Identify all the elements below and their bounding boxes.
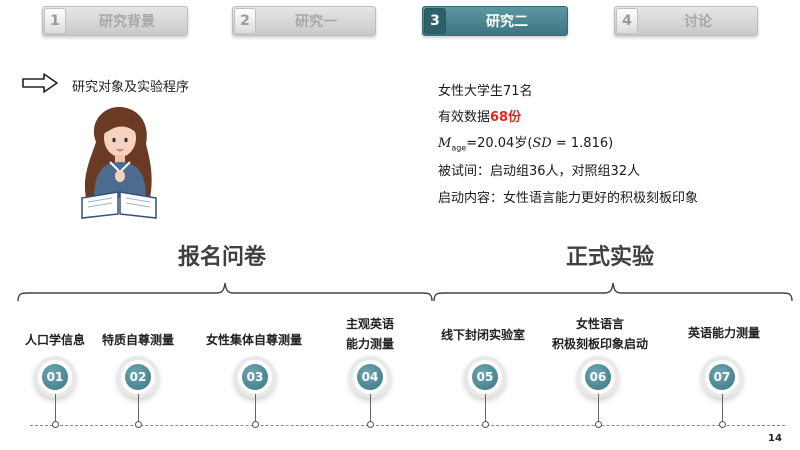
formal-experiment-title: 正式实验 [566,245,655,270]
tab-number: 4 [616,8,638,34]
page-number: 14 [768,433,782,444]
step-label-06: 女性语言 积极刻板印象启动 [551,317,648,351]
arrow-right-icon [22,73,58,93]
step-badge-02: 02 [121,360,155,394]
student-illustration [81,106,157,219]
tab-study-two[interactable]: 3 研究二 [422,6,568,36]
step-badge-01: 01 [38,360,72,394]
step-stem [485,394,486,422]
tab-label: 研究背景 [99,14,155,30]
tab-research-background[interactable]: 1 研究背景 [42,6,188,36]
step-dot [366,421,374,428]
mean-symbol: M [438,136,452,151]
sd-symbol: SD [532,136,552,151]
valid-data-line: 有效数据68份 [438,106,521,125]
tab-study-one[interactable]: 2 研究一 [232,6,376,36]
tab-label: 研究一 [295,14,337,30]
tab-label: 讨论 [684,14,712,30]
between-subjects-line: 被试间：启动组36人，对照组32人 [438,164,641,179]
step-label-02: 特质自尊测量 [101,333,174,347]
step-dot [718,421,726,428]
tab-discussion[interactable]: 4 讨论 [614,6,758,36]
section-label: 研究对象及实验程序 [72,80,190,95]
participants-line: 女性大学生71名 [438,84,533,99]
step-dot [481,421,489,428]
step-label-07: 英语能力测量 [687,326,760,340]
step-badge-06: 06 [581,360,615,394]
age-line: Mage=20.04岁(SD = 1.816) [438,132,613,153]
step-dot [594,421,602,428]
timeline-line [30,425,785,426]
step-badge-03: 03 [238,360,272,394]
step-stem [370,394,371,422]
tab-number: 3 [424,8,446,34]
tab-number: 2 [234,8,256,34]
step-stem [598,394,599,422]
step-label-05: 线下封闭实验室 [440,328,525,342]
step-badge-07: 07 [705,360,739,394]
questionnaire-title: 报名问卷 [178,245,267,270]
step-badge-04: 04 [353,360,387,394]
step-dot [134,421,142,428]
step-stem [255,394,256,422]
priming-content-line: 启动内容：女性语言能力更好的积极刻板印象 [438,191,699,206]
age-value: =20.04岁( [466,136,533,151]
step-label-01: 人口学信息 [24,333,85,347]
mean-subscript: age [451,143,467,153]
step-stem [722,394,723,422]
valid-data-count: 68份 [490,110,522,125]
valid-data-prefix: 有效数据 [438,110,491,125]
experiment-bracket [433,282,793,302]
step-stem [138,394,139,422]
sd-value: = 1.816) [551,136,614,151]
tab-number: 1 [44,8,66,34]
tab-label: 研究二 [486,14,528,30]
step-badge-05: 05 [468,360,502,394]
step-label-03: 女性集体自尊测量 [205,333,302,347]
questionnaire-bracket [17,282,433,302]
step-stem [55,394,56,422]
step-dot [51,421,59,428]
step-label-04: 主观英语 能力测量 [345,317,394,351]
step-dot [251,421,259,428]
